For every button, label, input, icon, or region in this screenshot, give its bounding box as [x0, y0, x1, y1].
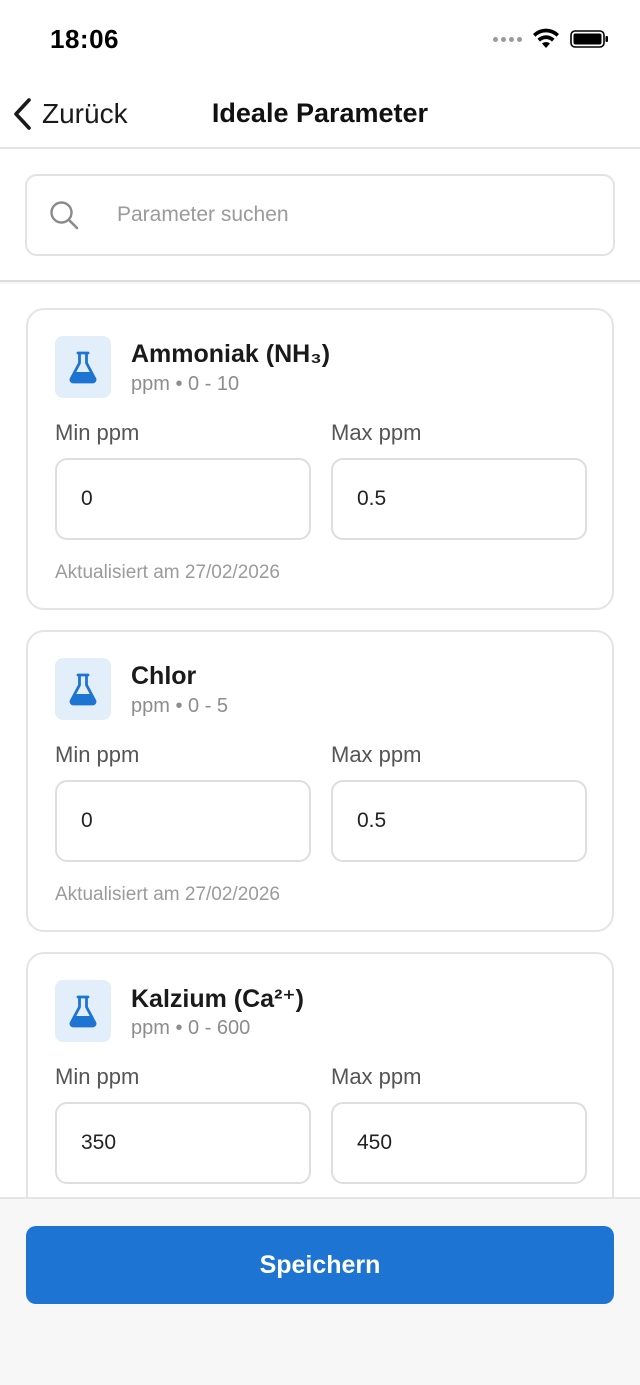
max-field[interactable]	[331, 780, 587, 862]
search-input[interactable]	[117, 176, 597, 254]
search-section	[0, 149, 640, 282]
max-input[interactable]	[357, 1104, 567, 1182]
wifi-icon	[533, 28, 559, 48]
parameter-list[interactable]: Ammoniak (NH₃) ppm • 0 - 10 Min ppm Max …	[0, 284, 640, 1197]
updated-date: Aktualisiert am 27/02/2026	[55, 884, 280, 905]
max-label: Max ppm	[331, 420, 422, 445]
updated-date: Aktualisiert am 27/02/2026	[55, 562, 280, 583]
navigation-bar: Zurück Ideale Parameter	[0, 80, 640, 149]
min-field[interactable]	[55, 780, 311, 862]
min-field[interactable]	[55, 458, 311, 540]
footer: Speichern	[0, 1197, 640, 1385]
parameter-range: ppm • 0 - 600	[131, 1017, 251, 1039]
status-bar: 18:06	[0, 0, 640, 80]
flask-icon	[55, 980, 111, 1042]
parameter-card: Kalzium (Ca²⁺) ppm • 0 - 600 Min ppm Max…	[26, 952, 614, 1197]
battery-icon	[570, 30, 608, 48]
max-label: Max ppm	[331, 1064, 422, 1089]
max-label: Max ppm	[331, 742, 422, 767]
min-input[interactable]	[81, 460, 291, 538]
max-field[interactable]	[331, 458, 587, 540]
min-label: Min ppm	[55, 1064, 140, 1089]
status-time: 18:06	[50, 24, 119, 54]
max-input[interactable]	[357, 460, 567, 538]
parameter-name: Ammoniak (NH₃)	[131, 340, 331, 368]
parameter-name: Kalzium (Ca²⁺)	[131, 985, 304, 1013]
min-field[interactable]	[55, 1102, 311, 1184]
min-input[interactable]	[81, 1104, 291, 1182]
parameter-range: ppm • 0 - 5	[131, 695, 229, 717]
save-button[interactable]: Speichern	[26, 1226, 614, 1304]
min-label: Min ppm	[55, 742, 140, 767]
flask-icon	[55, 336, 111, 398]
status-icons	[493, 28, 610, 50]
search-icon	[50, 201, 79, 230]
search-box[interactable]	[25, 174, 615, 256]
min-input[interactable]	[81, 782, 291, 860]
parameter-card: Chlor ppm • 0 - 5 Min ppm Max ppm Aktual…	[26, 630, 614, 932]
min-label: Min ppm	[55, 420, 140, 445]
cellular-signal-icon	[493, 36, 522, 42]
max-field[interactable]	[331, 1102, 587, 1184]
parameter-name: Chlor	[131, 662, 197, 690]
parameter-range: ppm • 0 - 10	[131, 373, 240, 395]
page-title: Ideale Parameter	[211, 98, 429, 128]
flask-icon	[55, 658, 111, 720]
parameter-card: Ammoniak (NH₃) ppm • 0 - 10 Min ppm Max …	[26, 308, 614, 610]
max-input[interactable]	[357, 782, 567, 860]
